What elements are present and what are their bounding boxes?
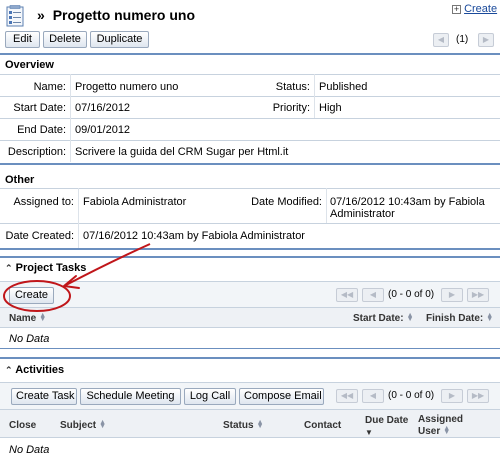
annotation-arrow-line xyxy=(65,243,151,286)
annotation-overlay xyxy=(3,243,151,312)
annotation-circle xyxy=(3,280,71,312)
